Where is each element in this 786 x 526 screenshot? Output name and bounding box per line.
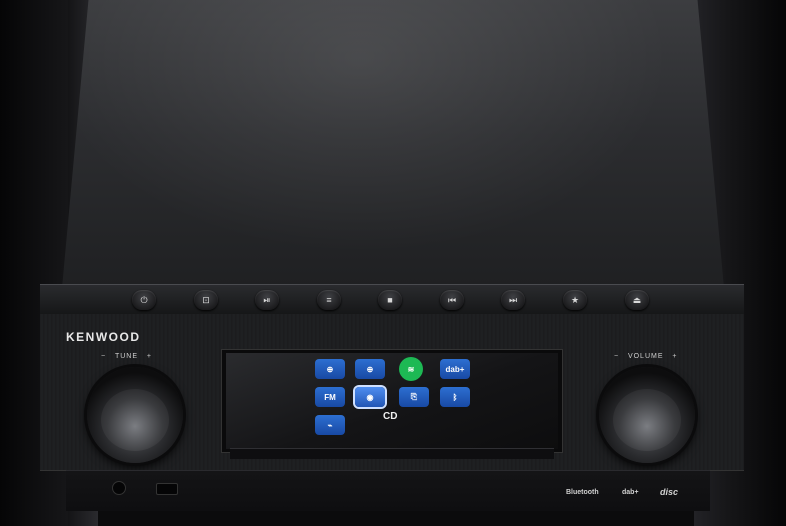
stop-icon: ■ bbox=[387, 295, 393, 305]
spotify-icon[interactable]: ≋ bbox=[399, 357, 423, 381]
dab-icon[interactable]: dab+ bbox=[440, 359, 470, 379]
input-button[interactable]: ⊡ bbox=[194, 290, 218, 310]
display-screen: ⊕ ⊕ ≋ dab+ FM ◉ ⎘ ᛒ ⌁ CD bbox=[226, 353, 558, 449]
display-bezel: ⊕ ⊕ ≋ dab+ FM ◉ ⎘ ᛒ ⌁ CD bbox=[221, 349, 563, 453]
unit-top-surface bbox=[62, 0, 724, 288]
eject-icon: ⏏ bbox=[632, 294, 642, 305]
favorite-button[interactable]: ★ bbox=[563, 290, 587, 310]
menu-icon: ≡ bbox=[326, 295, 332, 305]
disc-logo: disc bbox=[660, 487, 679, 497]
power-icon: ⏻ bbox=[140, 294, 148, 305]
stop-button[interactable]: ■ bbox=[378, 290, 402, 310]
top-button-strip: ⏻ ⊡ ⏯ ≡ ■ ⏮ ⏭ ★ ⏏ bbox=[40, 284, 744, 315]
bluetooth-logo: Bluetooth bbox=[566, 489, 599, 496]
tune-label-row: − TUNE + bbox=[101, 353, 152, 360]
volume-plus: + bbox=[672, 353, 678, 360]
usb-port-icon[interactable] bbox=[156, 483, 178, 495]
dab-logo: dab+ bbox=[622, 489, 639, 496]
volume-label: VOLUME bbox=[627, 353, 664, 360]
bottom-panel: Bluetooth dab+ disc bbox=[66, 470, 710, 511]
next-icon: ⏭ bbox=[508, 294, 518, 305]
previous-icon: ⏮ bbox=[447, 294, 457, 305]
tune-label: TUNE bbox=[114, 353, 138, 360]
volume-label-row: − VOLUME + bbox=[614, 353, 677, 360]
previous-button[interactable]: ⏮ bbox=[440, 290, 464, 310]
brand-logo: KENWOOD bbox=[66, 330, 141, 344]
selected-source-label: CD bbox=[383, 411, 398, 422]
internet-radio-icon[interactable]: ⊕ bbox=[315, 359, 345, 379]
internet-radio-2-icon[interactable]: ⊕ bbox=[355, 359, 385, 379]
volume-knob[interactable] bbox=[599, 367, 695, 463]
headphone-jack-icon[interactable] bbox=[112, 481, 126, 495]
play-pause-button[interactable]: ⏯ bbox=[255, 290, 279, 310]
next-button[interactable]: ⏭ bbox=[501, 290, 525, 310]
eject-button[interactable]: ⏏ bbox=[625, 290, 649, 310]
cd-icon[interactable]: ◉ bbox=[355, 387, 385, 407]
input-icon: ⊡ bbox=[202, 294, 210, 305]
menu-button[interactable]: ≡ bbox=[317, 290, 341, 310]
fm-icon[interactable]: FM bbox=[315, 387, 345, 407]
tune-plus: + bbox=[146, 353, 152, 360]
bluetooth-icon[interactable]: ᛒ bbox=[440, 387, 470, 407]
product-photo: ⏻ ⊡ ⏯ ≡ ■ ⏮ ⏭ ★ ⏏ KENWOOD − TUNE + − VOL… bbox=[0, 0, 786, 526]
tune-knob[interactable] bbox=[87, 367, 183, 463]
aux-icon[interactable]: ⌁ bbox=[315, 415, 345, 435]
favorite-icon: ★ bbox=[570, 294, 580, 305]
power-button[interactable]: ⏻ bbox=[132, 290, 156, 310]
play-pause-icon: ⏯ bbox=[263, 294, 271, 305]
volume-minus: − bbox=[614, 353, 620, 360]
disc-slot bbox=[230, 448, 554, 459]
usb-icon[interactable]: ⎘ bbox=[399, 387, 429, 407]
tune-minus: − bbox=[101, 353, 107, 360]
